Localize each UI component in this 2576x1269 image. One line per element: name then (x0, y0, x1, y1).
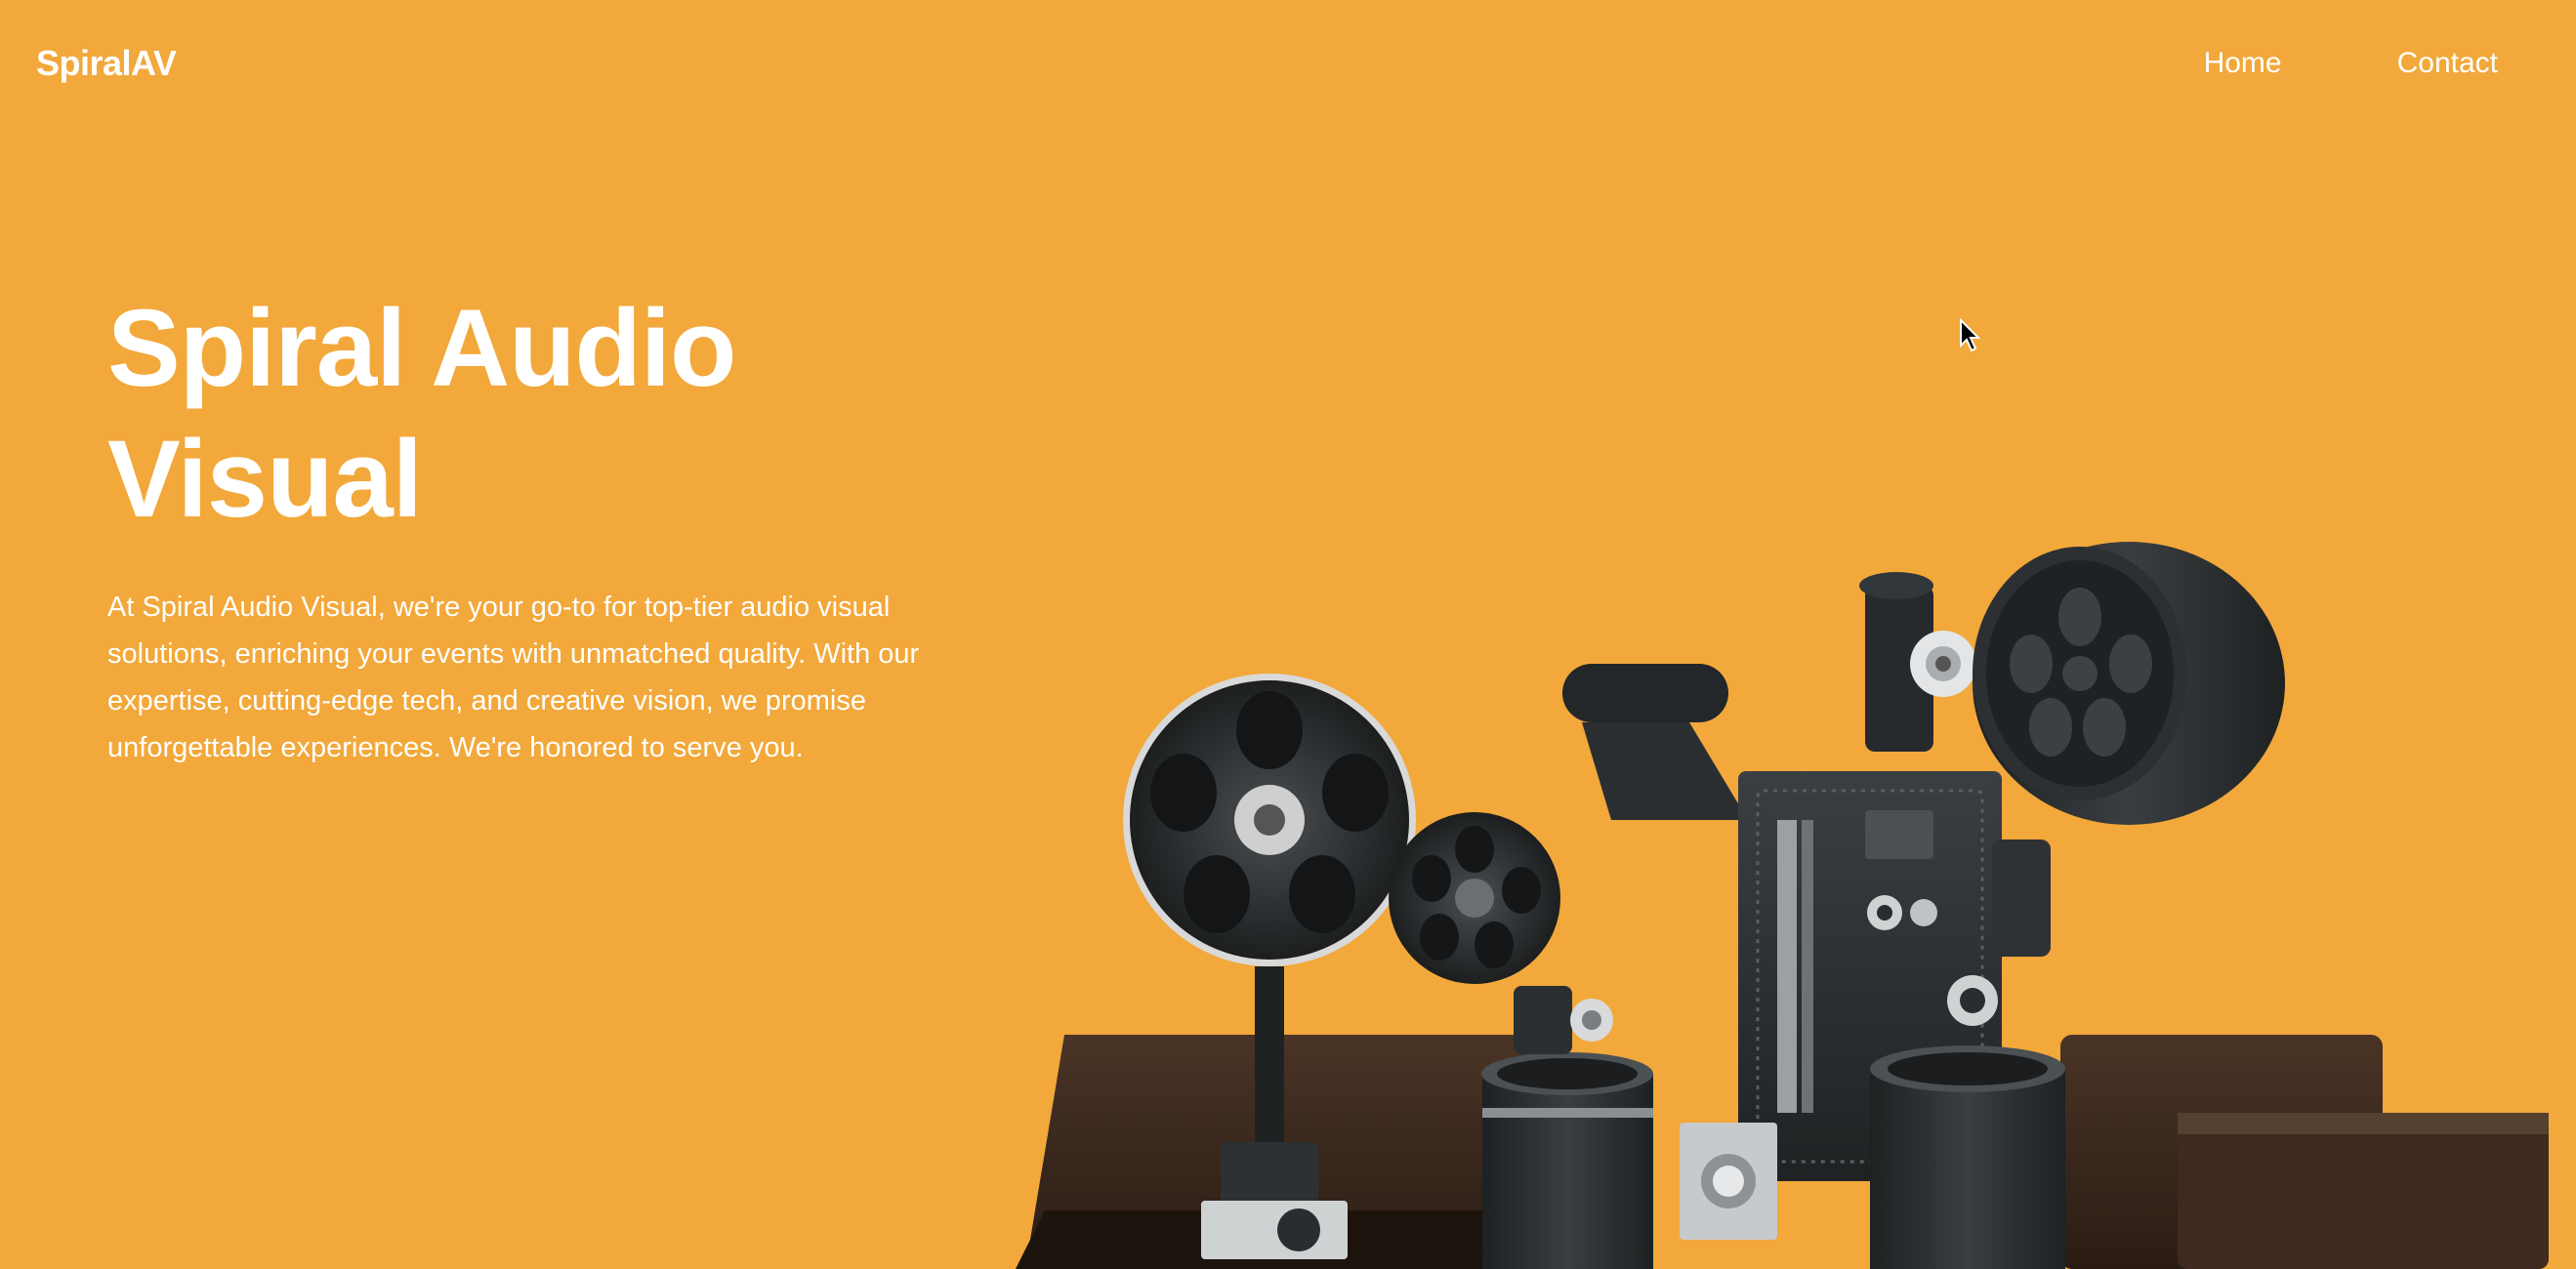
mouse-pointer-icon (1960, 318, 1981, 352)
brand-logo-link[interactable]: SpiralAV (36, 43, 177, 84)
main-nav: Home Contact (2204, 47, 2498, 80)
hero-title: Spiral Audio Visual (107, 287, 736, 540)
film-projector-illustration (1016, 542, 2549, 1269)
page: SpiralAV Home Contact Spiral Audio Visua… (0, 0, 2576, 1269)
nav-home-link[interactable]: Home (2204, 47, 2282, 80)
nav-contact-link[interactable]: Contact (2397, 47, 2498, 80)
hero-description: At Spiral Audio Visual, we're your go-to… (107, 592, 920, 763)
